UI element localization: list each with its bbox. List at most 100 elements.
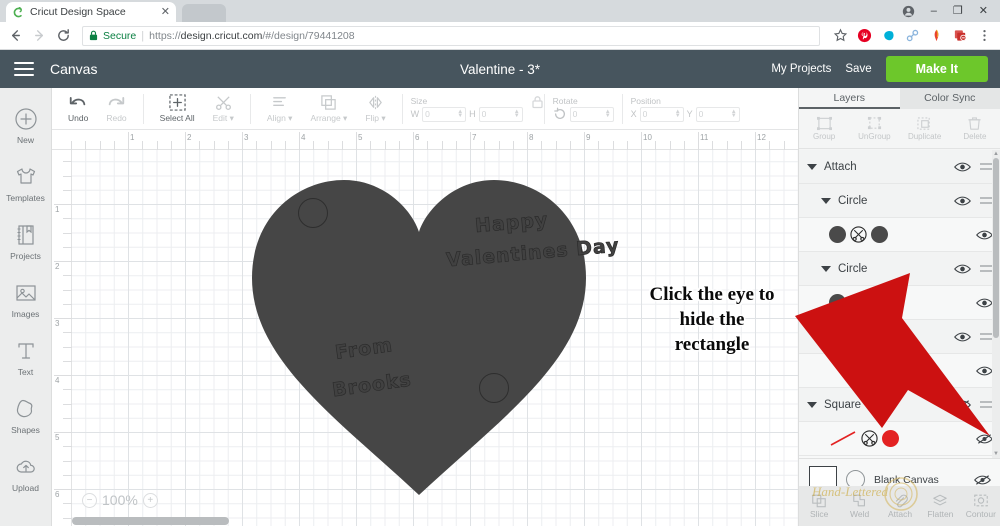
sidebar-item-new[interactable]: New — [0, 96, 52, 154]
save-button[interactable]: Save — [845, 63, 871, 75]
tab-layers[interactable]: Layers — [799, 88, 900, 109]
edit-button[interactable]: Edit ▾ — [204, 94, 243, 124]
pos-y-arrows[interactable]: ▲ ▼ — [731, 109, 737, 119]
eye-icon[interactable] — [954, 331, 971, 343]
layers-list[interactable]: Attach Circle Circle Square — [799, 150, 1000, 458]
tab-color-sync[interactable]: Color Sync — [900, 88, 1000, 109]
eye-icon[interactable] — [954, 195, 971, 207]
canvas-horizontal-scrollbar[interactable] — [72, 516, 818, 526]
sidebar-item-text[interactable]: Text — [0, 328, 52, 386]
color-swatch[interactable] — [829, 294, 846, 311]
reload-icon[interactable] — [56, 28, 71, 43]
layer-row[interactable] — [799, 286, 1000, 320]
flip-button[interactable]: Flip ▾ — [356, 94, 394, 124]
pos-x-arrows[interactable]: ▲ ▼ — [675, 109, 681, 119]
sidebar-item-shapes[interactable]: Shapes — [0, 386, 52, 444]
rotate-arrows[interactable]: ▲ ▼ — [605, 109, 611, 119]
feather-icon[interactable] — [929, 28, 944, 43]
sidebar-item-projects[interactable]: Projects — [0, 212, 52, 270]
window-maximize-button[interactable]: ❐ — [953, 5, 963, 17]
circle-cut-bottom-right[interactable] — [479, 373, 509, 403]
blank-canvas-label: Blank Canvas — [874, 473, 939, 486]
layer-expand-caret[interactable] — [821, 197, 831, 204]
sidebar-item-templates[interactable]: Templates — [0, 154, 52, 212]
profile-avatar-icon[interactable] — [902, 5, 915, 18]
layer-expand-caret[interactable] — [807, 163, 817, 170]
eye-icon[interactable] — [976, 365, 993, 377]
flatten-button[interactable]: Flatten — [920, 493, 960, 519]
new-tab-button[interactable] — [182, 4, 226, 22]
browser-menu-icon[interactable] — [977, 28, 992, 43]
eye-icon[interactable] — [976, 297, 993, 309]
layer-row[interactable] — [799, 218, 1000, 252]
pos-x-stepper[interactable]: 0 ▲ ▼ — [639, 106, 684, 122]
layers-scrollbar-thumb[interactable] — [993, 158, 999, 338]
layer-row[interactable] — [799, 354, 1000, 388]
layer-row[interactable]: Square — [799, 388, 1000, 422]
address-bar[interactable]: Secure | https://design.cricut.com/#/des… — [82, 25, 820, 46]
ungroup-button[interactable]: UnGroup — [849, 116, 899, 141]
layer-row[interactable]: Circle — [799, 184, 1000, 218]
color-swatch[interactable] — [871, 226, 888, 243]
arrange-button[interactable]: Arrange ▾ — [301, 94, 356, 124]
line-swatch[interactable] — [829, 430, 857, 447]
layer-expand-caret[interactable] — [821, 333, 831, 340]
zoom-in-button[interactable]: + — [142, 492, 158, 508]
color-swatch[interactable] — [882, 430, 899, 447]
select-all-button[interactable]: Select All — [151, 94, 204, 123]
eye-icon[interactable] — [954, 263, 971, 275]
layer-expand-caret[interactable] — [807, 401, 817, 408]
pinterest-icon[interactable] — [857, 28, 872, 43]
aspect-lock[interactable] — [531, 95, 544, 123]
back-arrow-icon[interactable] — [8, 28, 23, 43]
eye-off-icon[interactable] — [974, 474, 991, 486]
width-arrows[interactable]: ▲ ▼ — [457, 109, 463, 119]
width-stepper[interactable]: 0 ▲ ▼ — [422, 106, 467, 122]
bookmark-star-icon[interactable] — [833, 28, 848, 43]
adblock-icon[interactable] — [953, 28, 968, 43]
browser-tab[interactable]: Cricut Design Space ✕ — [6, 2, 176, 22]
eye-off-icon[interactable] — [954, 399, 971, 411]
pos-y-stepper[interactable]: 0 ▲ ▼ — [695, 106, 740, 122]
sidebar-item-images[interactable]: Images — [0, 270, 52, 328]
tab-close-icon[interactable]: ✕ — [161, 6, 170, 18]
scroll-down-arrow[interactable]: ▼ — [993, 451, 999, 457]
color-swatch[interactable] — [871, 294, 888, 311]
weld-button[interactable]: Weld — [839, 493, 879, 519]
scrollbar-thumb[interactable] — [72, 517, 229, 525]
circle-cut-top-left[interactable] — [298, 198, 328, 228]
layers-scrollbar[interactable]: ▲ ▼ — [992, 150, 1000, 458]
layer-row[interactable] — [799, 320, 1000, 354]
evernote-icon[interactable] — [881, 28, 896, 43]
height-arrows[interactable]: ▲ ▼ — [514, 109, 520, 119]
align-button[interactable]: Align ▾ — [258, 94, 302, 124]
make-it-button[interactable]: Make It — [885, 56, 988, 82]
my-projects-link[interactable]: My Projects — [771, 63, 831, 75]
hamburger-menu-icon[interactable] — [14, 58, 34, 80]
layer-row[interactable]: Attach — [799, 150, 1000, 184]
zoom-out-button[interactable]: − — [82, 492, 97, 508]
contour-button[interactable]: Contour — [961, 493, 1000, 519]
undo-button[interactable]: Undo — [59, 94, 97, 123]
attach-button[interactable]: Attach — [880, 493, 920, 519]
duplicate-button[interactable]: Duplicate — [900, 116, 950, 141]
height-stepper[interactable]: 0 ▲ ▼ — [478, 106, 523, 122]
rotate-stepper[interactable]: 0 ▲ ▼ — [569, 106, 614, 122]
eye-icon[interactable] — [976, 229, 993, 241]
sidebar-item-upload[interactable]: Upload — [0, 444, 52, 502]
eye-icon[interactable] — [954, 161, 971, 173]
layer-row[interactable] — [799, 422, 1000, 456]
link-icon[interactable] — [905, 28, 920, 43]
window-minimize-button[interactable]: – — [931, 5, 937, 17]
layer-expand-caret[interactable] — [821, 265, 831, 272]
redo-button[interactable]: Redo — [97, 94, 135, 123]
eye-off-icon[interactable] — [976, 433, 993, 445]
layer-row[interactable]: Circle — [799, 252, 1000, 286]
scroll-up-arrow[interactable]: ▲ — [993, 151, 999, 157]
ungroup-icon — [867, 116, 881, 130]
delete-button[interactable]: Delete — [950, 116, 1000, 141]
window-close-button[interactable]: ✕ — [979, 5, 988, 17]
group-button[interactable]: Group — [799, 116, 849, 141]
design-canvas[interactable]: Happy Valentines Day From Brooks Click t… — [52, 130, 798, 526]
color-swatch[interactable] — [829, 226, 846, 243]
